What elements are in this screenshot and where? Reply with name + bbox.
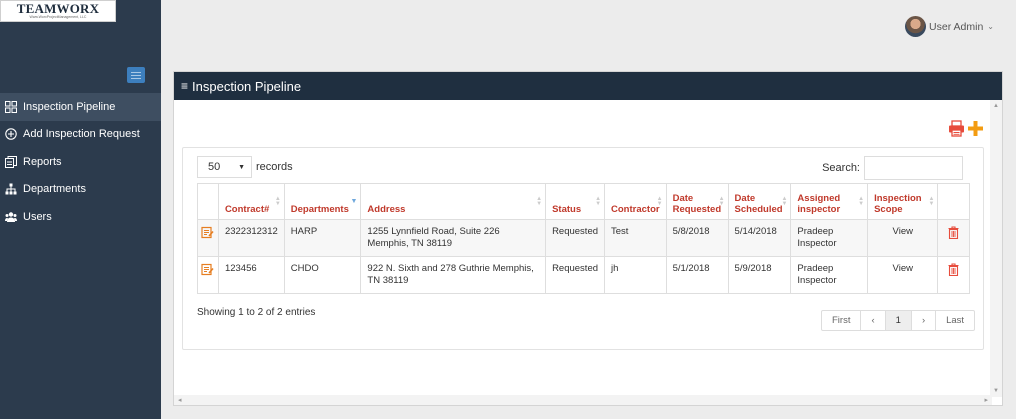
trash-icon[interactable]	[948, 263, 959, 277]
edit-icon[interactable]	[201, 226, 214, 239]
edit-cell	[197, 219, 219, 257]
delete-cell	[937, 256, 970, 294]
logo-tagline: Www.WorxProjectManagement, LLC	[29, 15, 87, 19]
inspector-cell: Pradeep Inspector	[790, 256, 869, 294]
column-header-departments[interactable]: Departments ▼	[283, 183, 362, 220]
view-scope-link[interactable]: View	[867, 256, 939, 294]
panel-actions	[948, 120, 984, 137]
scroll-down-icon[interactable]: ▼	[993, 388, 999, 394]
date-scheduled-cell: 5/9/2018	[727, 256, 792, 294]
scroll-right-icon[interactable]: ▸	[984, 396, 988, 404]
edit-icon[interactable]	[201, 263, 214, 276]
plus-circle-icon	[4, 127, 18, 141]
chevron-down-icon: ⌄	[987, 22, 994, 31]
contract-cell: 2322312312	[217, 219, 285, 257]
column-header-assigned-inspector[interactable]: Assigned inspector ▲ ▼	[790, 183, 869, 220]
edit-cell	[197, 256, 219, 294]
column-header-contractor[interactable]: Contractor ▲ ▼	[604, 183, 667, 220]
date-scheduled-cell: 5/14/2018	[727, 219, 792, 257]
sidebar-item-label: Users	[23, 210, 52, 223]
page-title: Inspection Pipeline	[192, 78, 302, 94]
records-length-select[interactable]: 50 ▼	[197, 156, 252, 178]
table-info: Showing 1 to 2 of 2 entries	[197, 307, 316, 318]
records-length-value: 50	[208, 161, 221, 173]
sitemap-icon	[4, 182, 18, 196]
add-icon[interactable]	[967, 120, 984, 137]
search-label: Search:	[822, 162, 860, 174]
delete-cell	[937, 219, 970, 257]
column-header-date-scheduled[interactable]: Date Scheduled ▲ ▼	[727, 183, 792, 220]
column-header-status[interactable]: Status ▲ ▼	[545, 183, 606, 220]
sidebar-item-label: Reports	[23, 155, 62, 168]
avatar	[905, 16, 927, 37]
view-scope-link[interactable]: View	[867, 219, 939, 257]
logo[interactable]: TEAMWORX Www.WorxProjectManagement, LLC	[0, 0, 116, 22]
caret-down-icon: ▼	[238, 163, 245, 171]
grid-icon	[4, 100, 18, 114]
sidebar-item-departments[interactable]: Departments	[0, 176, 161, 204]
search-input[interactable]	[864, 156, 963, 180]
column-header-actions	[197, 183, 219, 220]
scroll-up-icon[interactable]: ▲	[993, 103, 999, 109]
pagination-first-button[interactable]: First	[822, 311, 860, 330]
contractor-cell: jh	[604, 256, 667, 294]
sidebar-item-label: Departments	[23, 183, 86, 196]
sidebar-nav: Inspection Pipeline Add Inspection Reque…	[0, 93, 161, 231]
datatable-wrapper: 50 ▼ records Search: Contract# ▲ ▼ Departm…	[182, 147, 984, 350]
column-header-inspection-scope[interactable]: Inspection Scope ▲ ▼	[867, 183, 939, 220]
date-requested-cell: 5/1/2018	[665, 256, 729, 294]
users-icon	[4, 210, 18, 224]
panel-header: ≡ Inspection Pipeline	[174, 72, 1002, 100]
inspector-cell: Pradeep Inspector	[790, 219, 869, 257]
date-requested-cell: 5/8/2018	[665, 219, 729, 257]
address-cell: 1255 Lynnfield Road, Suite 226 Memphis, …	[360, 219, 547, 257]
column-header-delete	[937, 183, 970, 220]
department-cell: HARP	[283, 219, 362, 257]
inspection-pipeline-panel: ≡ Inspection Pipeline 50 ▼ records Searc…	[173, 71, 1003, 406]
user-name: User Admin	[929, 20, 984, 33]
contract-cell: 123456	[217, 256, 285, 294]
table-row: 2322312312 HARP 1255 Lynnfield Road, Sui…	[197, 219, 970, 257]
reports-icon	[4, 155, 18, 169]
sidebar-item-label: Inspection Pipeline	[23, 100, 116, 113]
sidebar-item-inspection-pipeline[interactable]: Inspection Pipeline	[0, 93, 161, 121]
logo-brand: TEAMWORX	[16, 1, 100, 16]
list-icon: ≡	[181, 79, 189, 93]
column-header-date-requested[interactable]: Date Requested ▲ ▼	[665, 183, 729, 220]
sidebar-item-reports[interactable]: Reports	[0, 148, 161, 176]
pagination-next-button[interactable]: ›	[910, 311, 935, 330]
horizontal-scrollbar[interactable]: ◂ ▸	[174, 395, 992, 405]
pagination: First ‹ 1 › Last	[821, 310, 976, 331]
sidebar-item-label: Add Inspection Request	[23, 128, 140, 141]
table-row: 123456 CHDO 922 N. Sixth and 278 Guthrie…	[197, 256, 970, 294]
search-control: Search:	[822, 156, 963, 180]
status-cell: Requested	[545, 256, 606, 294]
sidebar-item-users[interactable]: Users	[0, 203, 161, 231]
inspection-table: Contract# ▲ ▼ Departments ▼ Address ▲ ▼ Statu…	[197, 183, 970, 294]
scroll-left-icon[interactable]: ◂	[178, 396, 182, 404]
status-cell: Requested	[545, 219, 606, 257]
vertical-scrollbar[interactable]: ▲ ▼	[990, 100, 1002, 397]
column-header-address[interactable]: Address ▲ ▼	[360, 183, 547, 220]
sidebar-item-add-inspection-request[interactable]: Add Inspection Request	[0, 121, 161, 149]
trash-icon[interactable]	[948, 226, 959, 240]
contractor-cell: Test	[604, 219, 667, 257]
pagination-page-1[interactable]: 1	[884, 311, 911, 330]
pagination-last-button[interactable]: Last	[935, 311, 974, 330]
table-header-row: Contract# ▲ ▼ Departments ▼ Address ▲ ▼ Statu…	[197, 183, 970, 220]
print-icon[interactable]	[948, 120, 965, 137]
records-label: records	[256, 161, 293, 173]
address-cell: 922 N. Sixth and 278 Guthrie Memphis, TN…	[360, 256, 547, 294]
pagination-prev-button[interactable]: ‹	[860, 311, 884, 330]
records-length-control: 50 ▼ records	[197, 156, 293, 178]
sidebar-toggle-button[interactable]	[127, 67, 145, 83]
sidebar: TEAMWORX Www.WorxProjectManagement, LLC …	[0, 0, 161, 419]
user-menu[interactable]: User Admin ⌄	[905, 16, 994, 37]
topbar: User Admin ⌄	[161, 0, 1016, 57]
department-cell: CHDO	[283, 256, 362, 294]
column-header-contract[interactable]: Contract# ▲ ▼	[217, 183, 285, 220]
